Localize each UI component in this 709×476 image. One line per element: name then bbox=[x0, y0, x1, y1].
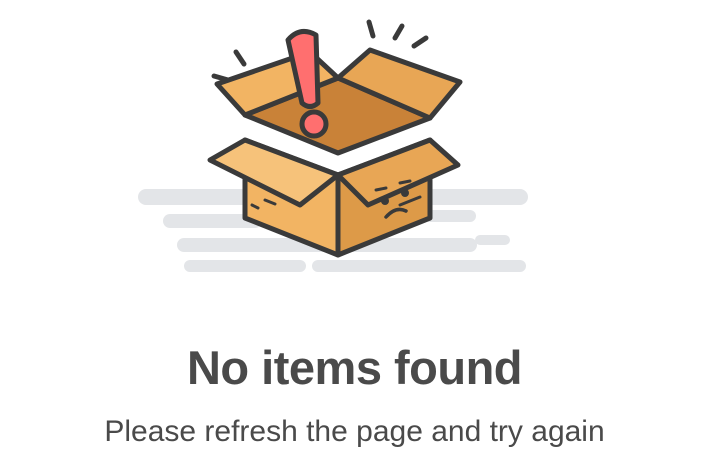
empty-state-message: Please refresh the page and try again bbox=[104, 415, 605, 448]
empty-state: No items found Please refresh the page a… bbox=[0, 0, 709, 476]
empty-box-icon bbox=[138, 19, 528, 272]
empty-state-title: No items found bbox=[186, 341, 523, 394]
